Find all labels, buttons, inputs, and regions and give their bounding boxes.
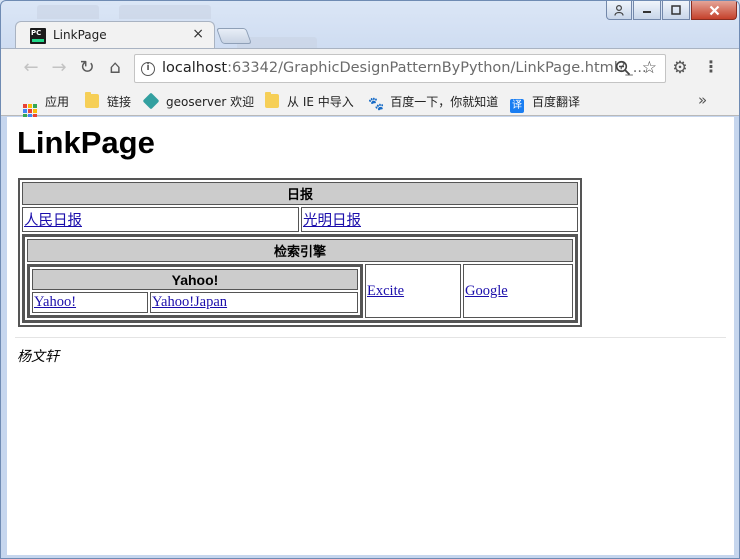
minimize-button[interactable] [633,1,661,20]
geoserver-icon [142,92,160,110]
tab-close-icon[interactable]: × [192,26,204,42]
new-tab-button[interactable] [216,28,252,44]
bookmark-links-folder[interactable]: 链接 [85,92,131,112]
bookmark-star-icon[interactable]: ☆ [642,58,657,78]
bookmark-baidu[interactable]: 🐾 百度一下，你就知道 [368,92,498,112]
reload-icon[interactable]: ↻ [76,57,98,79]
address-bar[interactable]: i localhost:63342/GraphicDesignPatternBy… [134,54,666,83]
link-people-daily[interactable]: 人民日报 [24,213,82,229]
apps-icon [23,104,37,118]
link-table: 日报 人民日报 光明日报 检索引擎 Yahoo! Yahoo! Yahoo!Ja… [18,178,582,327]
url-text[interactable]: localhost:63342/GraphicDesignPatternByPy… [162,60,647,76]
browser-window: PC LinkPage × ← → ↻ ⌂ i localhost:63342/… [0,0,740,559]
divider [15,337,726,338]
author-signature: 杨文轩 [17,350,59,365]
newspaper-caption: 日报 [22,182,578,205]
extension-gear-icon[interactable]: ⚙ [670,58,690,78]
page-content: LinkPage 日报 人民日报 光明日报 检索引擎 Yahoo! Yahoo!… [7,117,734,555]
yahoo-section: Yahoo! Yahoo! Yahoo!Japan [27,264,363,318]
browser-toolbar: ← → ↻ ⌂ i localhost:63342/GraphicDesignP… [1,48,739,88]
background-tab-ghost [37,5,99,19]
background-tab-ghost [119,5,211,19]
search-engine-caption: 检索引擎 [27,239,573,262]
folder-icon [85,92,99,108]
link-yahoo[interactable]: Yahoo! [34,294,76,310]
page-title: LinkPage [17,125,155,160]
back-icon[interactable]: ← [20,57,42,79]
link-google[interactable]: Google [465,283,508,299]
zoom-out-icon[interactable] [615,60,631,80]
search-engine-section: 检索引擎 Yahoo! Yahoo! Yahoo!Japan Excite Go… [22,234,578,323]
tab-title: LinkPage [53,28,107,42]
bookmark-ie-import-folder[interactable]: 从 IE 中导入 [265,92,354,112]
close-window-button[interactable] [691,1,737,20]
bookmarks-overflow-icon[interactable]: » [698,91,707,109]
bookmark-geoserver[interactable]: geoserver 欢迎 [142,92,254,112]
window-controls [605,1,737,21]
tab-strip: PC LinkPage × [1,1,739,51]
bookmark-apps[interactable]: 应用 [23,92,69,118]
maximize-button[interactable] [662,1,690,20]
pycharm-icon: PC [30,28,46,44]
link-guangming-daily[interactable]: 光明日报 [303,213,361,229]
link-yahoo-japan[interactable]: Yahoo!Japan [152,294,227,310]
folder-icon [265,92,279,108]
tab-linkpage[interactable]: PC LinkPage × [15,21,215,49]
yahoo-table: Yahoo! Yahoo! Yahoo!Japan [28,265,362,317]
link-excite[interactable]: Excite [367,283,404,299]
baidu-translate-icon: 译 [510,99,524,113]
menu-dots-icon[interactable]: ⋮ [702,58,720,78]
forward-icon[interactable]: → [48,57,70,79]
baidu-paw-icon: 🐾 [368,97,385,112]
bookmarks-bar: 应用 链接 geoserver 欢迎 从 IE 中导入 🐾 百度一下，你就知道 译… [1,88,739,118]
user-icon[interactable] [606,1,632,20]
search-engine-table: 检索引擎 Yahoo! Yahoo! Yahoo!Japan Excite Go… [23,235,577,322]
home-icon[interactable]: ⌂ [104,57,126,79]
site-info-icon[interactable]: i [141,62,155,76]
yahoo-caption: Yahoo! [32,269,358,290]
bookmark-baidu-translate[interactable]: 译百度翻译 [510,92,580,113]
